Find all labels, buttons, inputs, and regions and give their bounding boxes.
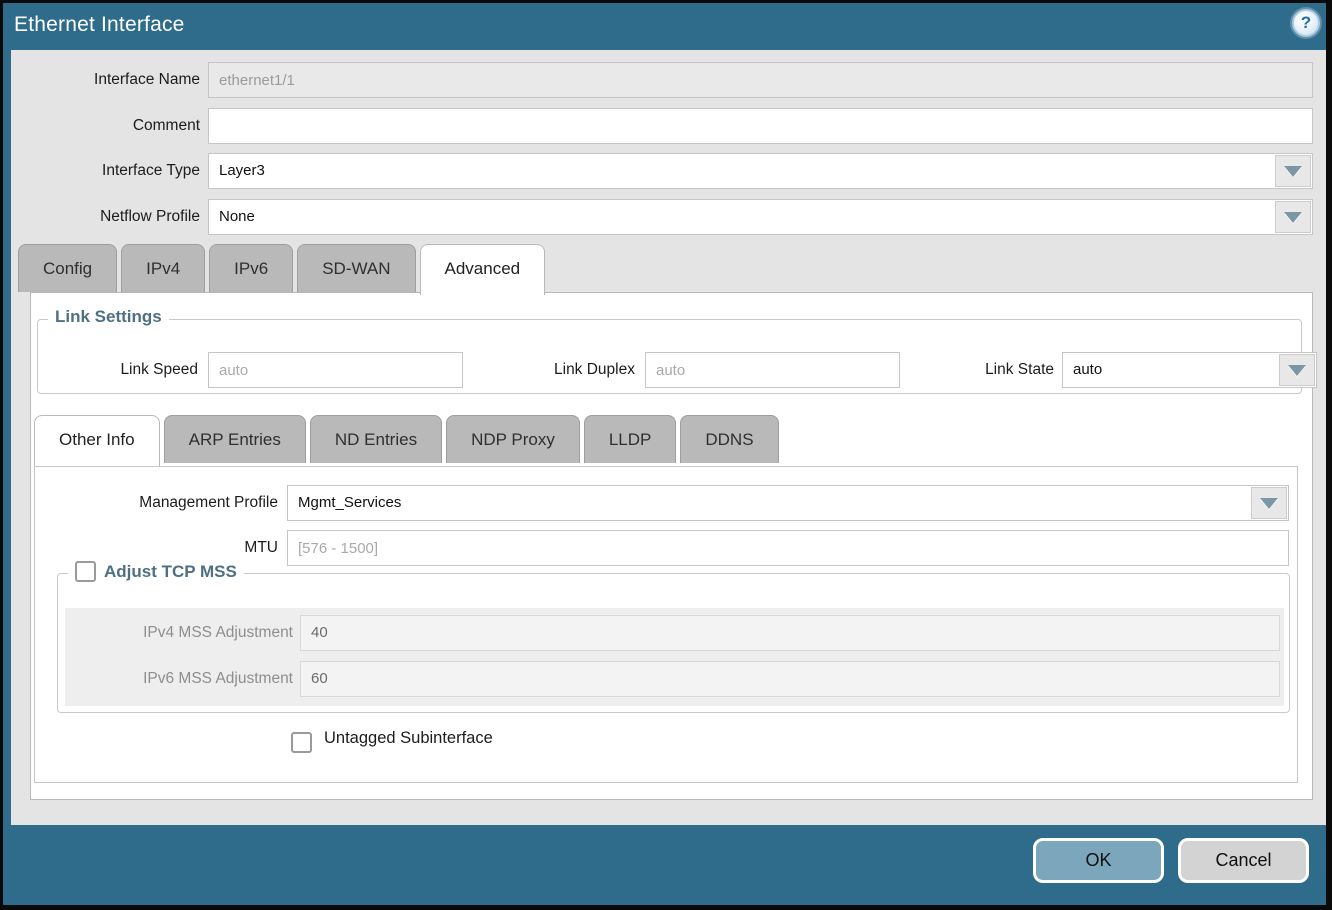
ipv6-mss-label: IPv6 MSS Adjustment: [78, 661, 293, 697]
tab-config[interactable]: Config: [18, 244, 117, 292]
other-info-panel: Management Profile Mgmt_Services MTU Adj…: [34, 466, 1298, 783]
link-settings-fieldset: Link Settings Link Speed Link Duplex Lin…: [37, 319, 1302, 394]
cancel-button[interactable]: Cancel: [1178, 838, 1309, 883]
tab-lldp[interactable]: LLDP: [584, 415, 677, 463]
tab-ndp-proxy[interactable]: NDP Proxy: [446, 415, 580, 463]
interface-type-dropdown-button[interactable]: [1275, 155, 1311, 187]
mtu-input[interactable]: [287, 530, 1289, 566]
dialog-title: Ethernet Interface: [14, 13, 185, 37]
link-settings-legend: Link Settings: [48, 307, 169, 327]
untagged-subinterface-label: Untagged Subinterface: [324, 729, 493, 748]
sub-tab-strip: Other Info ARP Entries ND Entries NDP Pr…: [34, 415, 779, 466]
interface-name-label: Interface Name: [31, 62, 200, 98]
interface-type-value: Layer3: [219, 154, 1270, 188]
tab-arp-entries[interactable]: ARP Entries: [164, 415, 306, 463]
netflow-profile-label: Netflow Profile: [31, 199, 200, 235]
dialog-body: Interface Name Comment Interface Type La…: [11, 50, 1326, 825]
netflow-profile-dropdown[interactable]: None: [208, 199, 1313, 235]
link-state-dropdown-button[interactable]: [1279, 354, 1315, 386]
link-state-dropdown[interactable]: auto: [1062, 352, 1317, 388]
management-profile-dropdown[interactable]: Mgmt_Services: [287, 485, 1289, 521]
ipv4-mss-label: IPv4 MSS Adjustment: [78, 615, 293, 651]
netflow-profile-dropdown-button[interactable]: [1275, 201, 1311, 233]
adjust-tcp-mss-fieldset: Adjust TCP MSS IPv4 MSS Adjustment 40 IP…: [57, 573, 1290, 713]
interface-type-label: Interface Type: [31, 153, 200, 189]
link-speed-label: Link Speed: [68, 352, 198, 388]
management-profile-value: Mgmt_Services: [298, 486, 1246, 520]
dialog-frame: Ethernet Interface ? Interface Name Comm…: [3, 3, 1326, 905]
link-duplex-label: Link Duplex: [505, 352, 635, 388]
untagged-subinterface-checkbox[interactable]: [291, 732, 312, 753]
tab-ipv6[interactable]: IPv6: [209, 244, 293, 292]
tab-ddns[interactable]: DDNS: [680, 415, 778, 463]
chevron-down-icon: [1284, 166, 1302, 177]
netflow-profile-value: None: [219, 200, 1270, 234]
advanced-tab-panel: Link Settings Link Speed Link Duplex Lin…: [30, 292, 1313, 800]
ok-button[interactable]: OK: [1033, 838, 1164, 883]
comment-field[interactable]: [208, 108, 1313, 144]
management-profile-label: Management Profile: [75, 485, 278, 521]
tab-other-info[interactable]: Other Info: [34, 415, 160, 466]
title-bar: Ethernet Interface ?: [3, 3, 1326, 50]
chevron-down-icon: [1288, 365, 1306, 376]
ethernet-interface-dialog: Ethernet Interface ? Interface Name Comm…: [0, 0, 1332, 910]
chevron-down-icon: [1260, 498, 1278, 509]
dialog-footer: OK Cancel: [3, 825, 1326, 905]
tab-ipv4[interactable]: IPv4: [121, 244, 205, 292]
tab-nd-entries[interactable]: ND Entries: [310, 415, 442, 463]
interface-name-field: [208, 62, 1313, 98]
help-icon[interactable]: ?: [1292, 9, 1320, 37]
chevron-down-icon: [1284, 212, 1302, 223]
adjust-tcp-mss-checkbox[interactable]: [75, 561, 96, 582]
link-state-value: auto: [1073, 353, 1274, 387]
tab-advanced[interactable]: Advanced: [420, 244, 546, 295]
adjust-tcp-mss-legend: Adjust TCP MSS: [68, 561, 244, 582]
link-duplex-input[interactable]: [645, 352, 900, 388]
tab-sdwan[interactable]: SD-WAN: [297, 244, 415, 292]
management-profile-dropdown-button[interactable]: [1251, 487, 1287, 519]
link-state-label: Link State: [924, 352, 1054, 388]
comment-label: Comment: [31, 108, 200, 144]
adjust-tcp-mss-legend-text: Adjust TCP MSS: [104, 562, 237, 582]
link-speed-input[interactable]: [208, 352, 463, 388]
main-tab-strip: Config IPv4 IPv6 SD-WAN Advanced: [18, 244, 545, 295]
ipv6-mss-input: 60: [300, 661, 1280, 697]
interface-type-dropdown[interactable]: Layer3: [208, 153, 1313, 189]
ipv4-mss-input: 40: [300, 615, 1280, 651]
